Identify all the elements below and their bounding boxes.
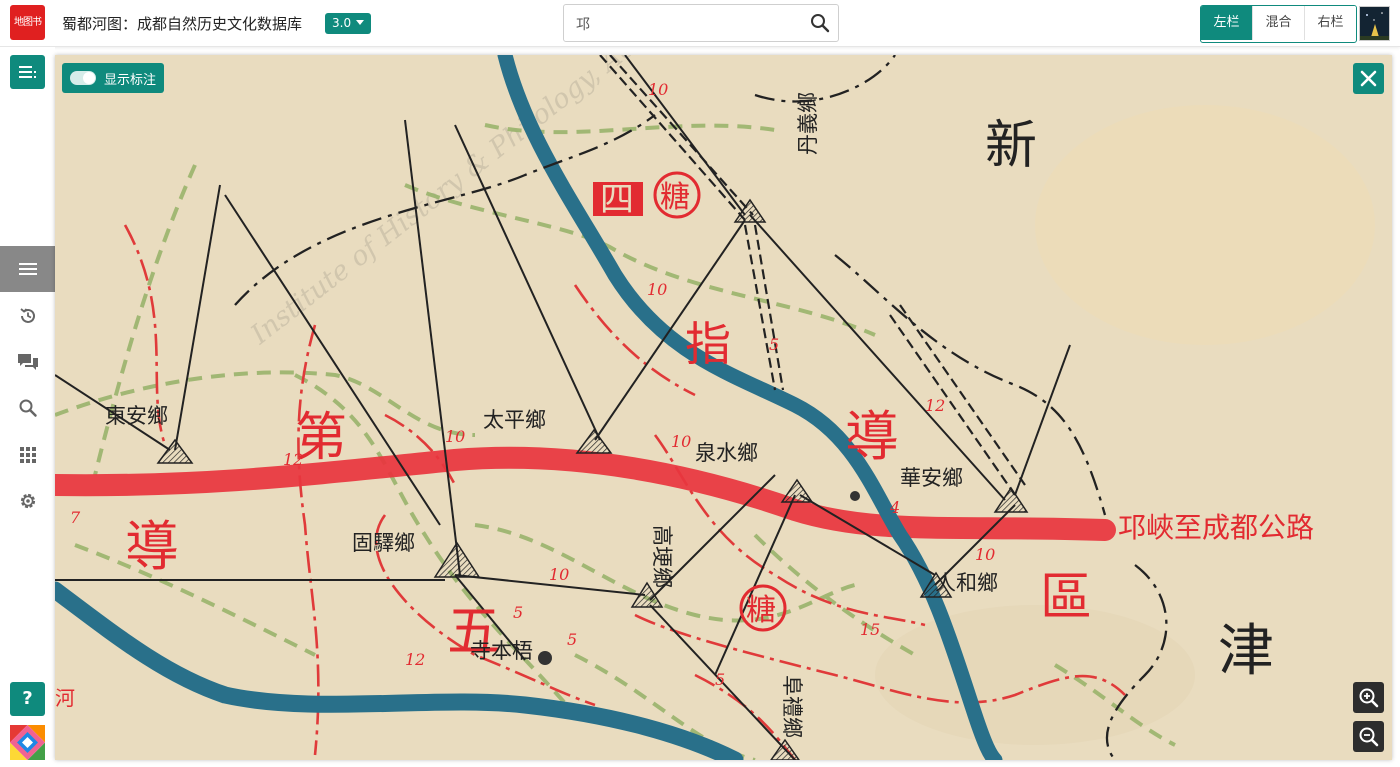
sidebar-item-menu[interactable] xyxy=(0,246,55,292)
sidebar-item-comments[interactable] xyxy=(0,339,55,385)
paper-stain xyxy=(875,605,1195,745)
search-icon xyxy=(19,399,37,417)
town-label-temple: 寺本梧 xyxy=(470,639,533,663)
svg-text:7: 7 xyxy=(70,508,81,527)
avatar[interactable] xyxy=(1359,6,1390,41)
label-road: 邛峽至成都公路 xyxy=(1118,511,1314,544)
app-logo[interactable]: 地图书 xyxy=(10,5,45,40)
avatar-image xyxy=(1360,7,1389,40)
zoom-out-icon xyxy=(1359,727,1379,747)
label-qu: 區 xyxy=(1040,568,1092,628)
toggle-switch[interactable] xyxy=(70,71,96,85)
label-zhi: 指 xyxy=(685,317,731,371)
historical-map[interactable]: Institute of History & Philology, Academ… xyxy=(55,55,1392,760)
search-input[interactable] xyxy=(574,13,803,35)
list-menu-icon xyxy=(19,66,36,78)
svg-text:10: 10 xyxy=(445,427,465,446)
panel-toggle-button[interactable] xyxy=(10,55,45,89)
label-si: 四 xyxy=(600,180,634,220)
svg-text:10: 10 xyxy=(671,432,691,451)
sidebar-item-history[interactable] xyxy=(0,293,55,339)
zoom-out-button[interactable] xyxy=(1353,721,1384,752)
layout-mixed-button[interactable]: 混合 xyxy=(1252,6,1304,40)
svg-text:10: 10 xyxy=(647,280,667,299)
show-labels-toggle[interactable]: 显示标注 xyxy=(62,63,165,93)
town-label-taiping: 太平鄉 xyxy=(483,408,546,432)
town-label-renhe: 人和鄉 xyxy=(935,571,998,595)
history-icon xyxy=(19,308,35,323)
help-button[interactable]: ? xyxy=(10,682,45,716)
label-dao-left: 導 xyxy=(125,515,179,578)
town-label-danyi: 丹義鄉 xyxy=(796,92,820,155)
menu-icon xyxy=(18,263,37,275)
zoom-in-button[interactable] xyxy=(1353,682,1384,713)
top-bar: 地图书 蜀都河图：成都自然历史文化数据库 3.0 左栏 混合 右栏 xyxy=(0,0,1400,47)
svg-text:5: 5 xyxy=(769,335,779,354)
town-label-dongan: 東安鄉 xyxy=(105,404,168,428)
layout-left-button[interactable]: 左栏 xyxy=(1201,6,1252,40)
app-title: 蜀都河图：成都自然历史文化数据库 xyxy=(62,15,303,33)
sidebar-item-search[interactable] xyxy=(0,385,55,431)
svg-text:12: 12 xyxy=(283,450,303,469)
layout-right-button[interactable]: 右栏 xyxy=(1304,6,1356,40)
left-sidebar: ? xyxy=(0,47,55,767)
town-label-quanshui: 泉水鄉 xyxy=(695,441,758,465)
town-label-huayi: 華安鄉 xyxy=(900,466,963,490)
grid-icon xyxy=(19,447,36,463)
svg-text:5: 5 xyxy=(715,670,725,689)
town-label-gaogeng: 高埂鄉 xyxy=(650,525,674,588)
pinwheel-logo-icon xyxy=(10,725,45,760)
toggle-knob xyxy=(83,72,95,84)
paper-stain xyxy=(1035,105,1375,345)
caret-down-icon xyxy=(356,20,365,25)
zoom-in-icon xyxy=(1359,688,1379,708)
layout-switcher: 左栏 混合 右栏 xyxy=(1200,5,1357,43)
comments-icon xyxy=(17,354,38,370)
show-labels-label: 显示标注 xyxy=(104,72,157,88)
close-icon xyxy=(1360,70,1377,87)
map-viewer[interactable]: Institute of History & Philology, Academ… xyxy=(55,55,1392,760)
settings-icon xyxy=(20,493,35,509)
version-dropdown[interactable]: 3.0 xyxy=(325,13,372,34)
sidebar-item-settings[interactable] xyxy=(0,478,55,524)
svg-text:10: 10 xyxy=(648,80,668,99)
svg-text:5: 5 xyxy=(567,630,577,649)
town-label-fuli: 阜禮鄉 xyxy=(780,675,804,738)
search-icon[interactable] xyxy=(810,13,830,33)
svg-text:10: 10 xyxy=(975,545,995,564)
svg-text:12: 12 xyxy=(405,650,425,669)
sidebar-item-apps[interactable] xyxy=(0,432,55,478)
svg-text:糖: 糖 xyxy=(660,180,690,215)
label-he: 河 xyxy=(55,686,75,710)
svg-text:糖: 糖 xyxy=(746,593,776,628)
svg-text:5: 5 xyxy=(513,603,523,622)
svg-text:15: 15 xyxy=(860,620,880,639)
label-jin: 津 xyxy=(1218,619,1274,684)
svg-text:4: 4 xyxy=(889,498,900,517)
label-xin: 新 xyxy=(985,116,1037,176)
search-box xyxy=(563,4,839,42)
svg-text:10: 10 xyxy=(549,565,569,584)
svg-text:12: 12 xyxy=(925,396,945,415)
town-label-guyi: 固驛鄉 xyxy=(352,531,415,555)
version-label: 3.0 xyxy=(332,16,352,30)
close-map-button[interactable] xyxy=(1353,63,1384,94)
label-dao-center: 導 xyxy=(845,405,899,468)
brand-logo[interactable] xyxy=(10,725,45,760)
